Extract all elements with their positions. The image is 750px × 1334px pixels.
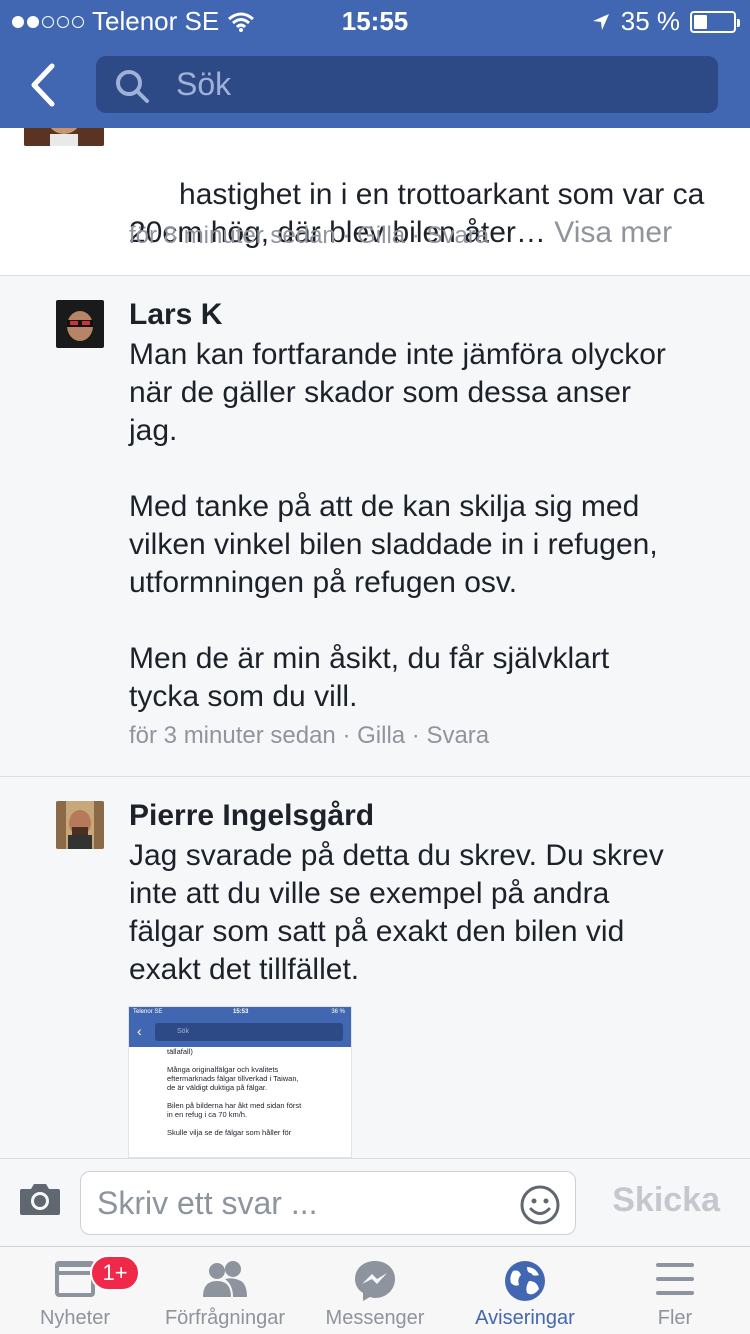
comment-item: Lars K Man kan fortfarande inte jämföra …: [0, 276, 750, 777]
search-icon: [116, 70, 149, 103]
tab-label: Nyheter: [39, 1307, 111, 1329]
comment-author[interactable]: Lars K: [129, 298, 222, 332]
comment-item: hastighet in i en trottoarkant som var c…: [0, 128, 750, 276]
tab-friend-requests[interactable]: Förfrågningar: [150, 1247, 300, 1334]
comment-meta[interactable]: för 3 minuter sedan · Gilla · Svara: [129, 722, 489, 750]
tab-more[interactable]: Fler: [600, 1247, 750, 1334]
globe-icon: [505, 1261, 545, 1301]
comment-body: Man kan fortfarande inte jämföra olyckor…: [129, 338, 666, 713]
status-right: 35 %: [591, 6, 740, 37]
reply-input[interactable]: [97, 1182, 507, 1224]
tab-label: Förfrågningar: [164, 1307, 286, 1329]
camera-button[interactable]: [18, 1181, 62, 1222]
location-arrow-icon: [592, 13, 609, 30]
tab-notifications[interactable]: Aviseringar: [450, 1247, 600, 1334]
reply-field[interactable]: [80, 1171, 576, 1235]
top-header: Telenor SE 15:55 35 %: [0, 0, 750, 128]
back-button[interactable]: [24, 60, 68, 110]
reply-composer: Skicka: [0, 1158, 750, 1246]
comment-body: Jag svarade på detta du skrev. Du skrev …: [129, 839, 664, 986]
tab-label: Fler: [657, 1307, 693, 1329]
comment-item: Pierre Ingelsgård Jag svarade på detta d…: [0, 777, 750, 1158]
avatar[interactable]: [56, 801, 104, 849]
tab-bar: 1+ Nyheter Förfrågningar Messenger Avise…: [0, 1246, 750, 1334]
comment-author[interactable]: Pierre Ingelsgård: [129, 799, 374, 833]
search-input[interactable]: [176, 64, 696, 104]
battery-icon: [690, 10, 740, 33]
smiley-icon: [520, 1185, 560, 1225]
messenger-icon: [355, 1261, 395, 1301]
battery-percent: 35 %: [620, 6, 680, 36]
attached-image[interactable]: Telenor SE 15:53 36 % ‹ Sök tällafall) M…: [128, 1006, 352, 1158]
avatar[interactable]: [24, 128, 104, 146]
search-bar[interactable]: [96, 56, 718, 113]
thumb-header: Telenor SE 15:53 36 % ‹ Sök: [129, 1007, 351, 1047]
avatar[interactable]: [56, 300, 104, 348]
status-bar: Telenor SE 15:55 35 %: [0, 0, 750, 40]
tab-news-feed[interactable]: 1+ Nyheter: [0, 1247, 150, 1334]
comment-body: hastighet in i en trottoarkant som var c…: [129, 178, 705, 249]
see-more-link[interactable]: Visa mer: [554, 216, 672, 249]
thumb-text: tällafall) Många originalfälgar och kval…: [167, 1047, 302, 1137]
thumb-back-icon: ‹: [137, 1023, 142, 1039]
tab-messenger[interactable]: Messenger: [300, 1247, 450, 1334]
thumb-status-bar: Telenor SE 15:53 36 %: [133, 1009, 345, 1015]
tab-label: Aviseringar: [475, 1307, 575, 1329]
comment-thread[interactable]: hastighet in i en trottoarkant som var c…: [0, 128, 750, 1158]
camera-icon: [20, 1184, 60, 1215]
friend-requests-icon: [203, 1261, 247, 1297]
chevron-left-icon: [31, 63, 55, 107]
send-button[interactable]: Skicka: [612, 1181, 720, 1220]
menu-icon: [656, 1263, 694, 1295]
emoji-button[interactable]: [519, 1184, 561, 1231]
thumb-search: Sök: [155, 1023, 343, 1041]
notification-badge: 1+: [90, 1255, 140, 1291]
comment-meta[interactable]: för 8 minuter sedan · Gilla · Svara: [129, 222, 489, 250]
tab-label: Messenger: [325, 1307, 425, 1329]
